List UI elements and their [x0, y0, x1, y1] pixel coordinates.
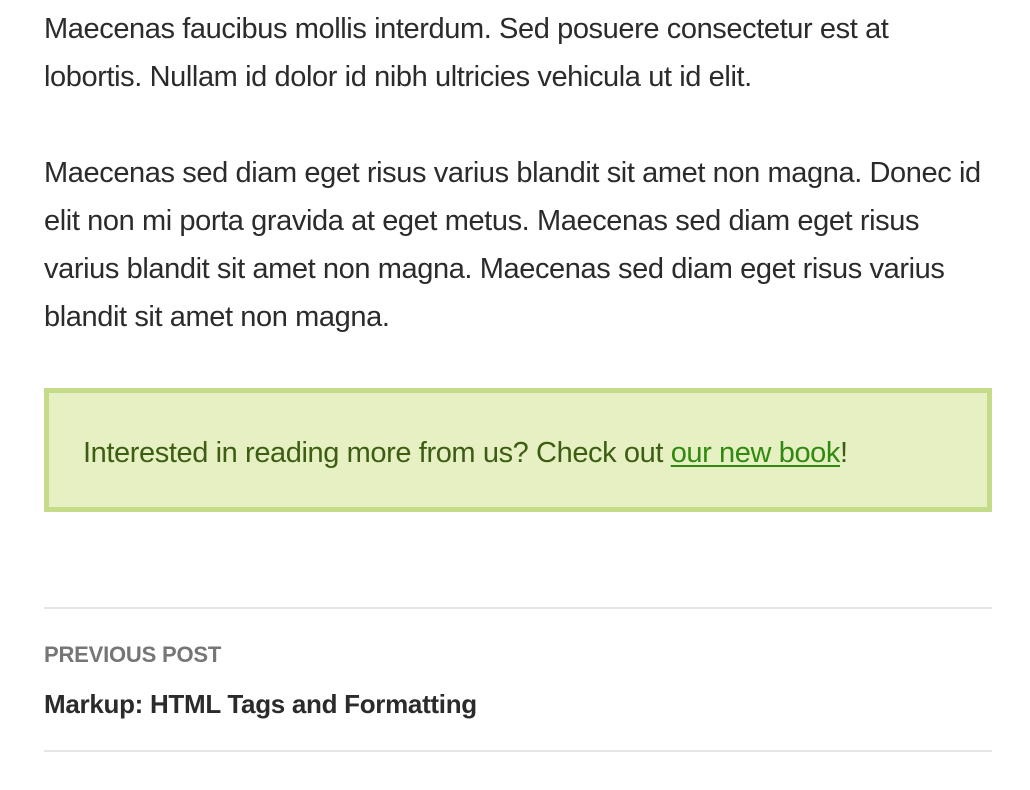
- post-navigation-top-divider: [44, 607, 992, 609]
- book-link[interactable]: our new book: [671, 437, 841, 469]
- promo-text-after: !: [840, 437, 848, 469]
- promo-text: Interested in reading more from us? Chec…: [83, 433, 848, 473]
- post-navigation-bottom-divider: [44, 750, 992, 752]
- article-paragraph: Maecenas sed diam eget risus varius blan…: [44, 157, 981, 333]
- promo-text-before: Interested in reading more from us? Chec…: [83, 437, 671, 469]
- previous-post-label: Previous Post: [44, 642, 222, 667]
- previous-post-link[interactable]: Markup: HTML Tags and Formatting: [44, 686, 477, 722]
- promo-callout: Interested in reading more from us? Chec…: [44, 388, 992, 512]
- article-paragraph: Maecenas faucibus mollis interdum. Sed p…: [44, 13, 889, 93]
